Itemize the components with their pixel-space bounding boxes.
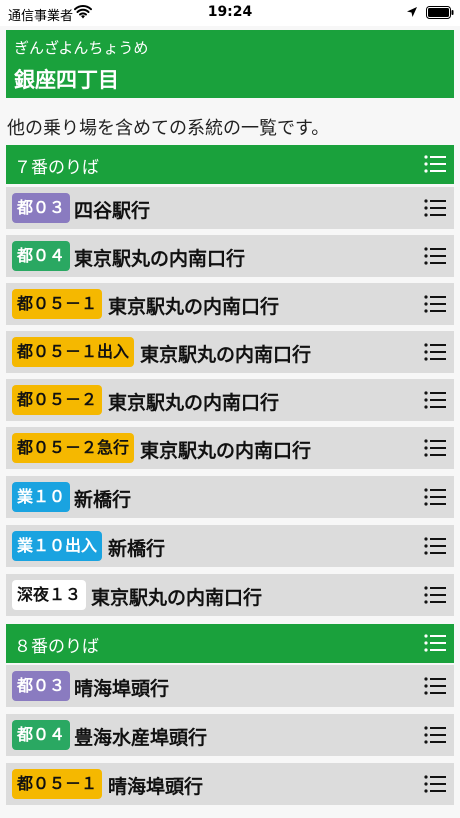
route-badge: 都０３ — [12, 671, 71, 701]
route-badge: 都０５－１ — [12, 769, 103, 799]
route-row[interactable]: 都０３ 晴海埠頭行 — [6, 665, 454, 707]
list-icon[interactable] — [424, 295, 446, 313]
route-badge: 業１０出入 — [12, 531, 103, 561]
route-list-note: 他の乗り場を含めての系統の一覧です。 — [7, 118, 330, 139]
list-icon[interactable] — [424, 439, 446, 457]
route-badge: 深夜１３ — [12, 580, 87, 610]
route-destination: 新橋行 — [74, 489, 132, 511]
route-badge: 都０５－２急行 — [12, 433, 135, 463]
route-badge: 都０５－２ — [12, 385, 103, 415]
list-icon[interactable] — [424, 391, 446, 409]
list-icon[interactable] — [424, 155, 446, 173]
list-icon[interactable] — [424, 199, 446, 217]
stop-reading: ぎんざよんちょうめ — [14, 39, 149, 57]
platform-label: ８番のりば — [14, 637, 99, 657]
stop-name: 銀座四丁目 — [14, 68, 119, 92]
route-destination: 晴海埠頭行 — [108, 776, 204, 798]
route-row[interactable]: 都０５－２ 東京駅丸の内南口行 — [6, 379, 454, 421]
list-icon[interactable] — [424, 634, 446, 652]
route-destination: 新橋行 — [108, 538, 166, 560]
route-destination: 東京駅丸の内南口行 — [74, 248, 246, 270]
list-icon[interactable] — [424, 343, 446, 361]
route-badge: 都０４ — [12, 720, 71, 750]
route-row[interactable]: 都０４ 豊海水産埠頭行 — [6, 714, 454, 756]
route-badge: 業１０ — [12, 482, 71, 512]
platform-header-7[interactable]: ７番のりば — [6, 145, 454, 184]
route-row[interactable]: 都０５－２急行 東京駅丸の内南口行 — [6, 427, 454, 469]
route-row[interactable]: 都０４ 東京駅丸の内南口行 — [6, 235, 454, 277]
list-icon[interactable] — [424, 775, 446, 793]
route-row[interactable]: 業１０ 新橋行 — [6, 476, 454, 518]
route-destination: 東京駅丸の内南口行 — [108, 392, 280, 414]
stop-header: ぎんざよんちょうめ 銀座四丁目 — [6, 30, 454, 98]
route-badge: 都０４ — [12, 241, 71, 271]
route-destination: 東京駅丸の内南口行 — [140, 344, 312, 366]
route-destination: 東京駅丸の内南口行 — [91, 587, 263, 609]
platform-label: ７番のりば — [14, 158, 99, 178]
route-row[interactable]: 都０３ 四谷駅行 — [6, 187, 454, 229]
list-icon[interactable] — [424, 537, 446, 555]
route-row[interactable]: 都０５－１出入 東京駅丸の内南口行 — [6, 331, 454, 373]
status-bar: 通信事業者 19:24 — [0, 0, 460, 26]
list-icon[interactable] — [424, 586, 446, 604]
route-destination: 東京駅丸の内南口行 — [140, 440, 312, 462]
list-icon[interactable] — [424, 247, 446, 265]
route-row[interactable]: 業１０出入 新橋行 — [6, 525, 454, 567]
list-icon[interactable] — [424, 677, 446, 695]
route-destination: 晴海埠頭行 — [74, 678, 170, 700]
battery-icon — [426, 6, 454, 19]
route-destination: 東京駅丸の内南口行 — [108, 296, 280, 318]
platform-header-8[interactable]: ８番のりば — [6, 624, 454, 663]
route-row[interactable]: 都０５－１ 晴海埠頭行 — [6, 763, 454, 805]
list-icon[interactable] — [424, 488, 446, 506]
list-icon[interactable] — [424, 726, 446, 744]
route-row[interactable]: 深夜１３ 東京駅丸の内南口行 — [6, 574, 454, 616]
status-time: 19:24 — [207, 4, 253, 20]
location-arrow-icon — [407, 7, 417, 17]
route-destination: 豊海水産埠頭行 — [74, 727, 208, 749]
route-row[interactable]: 都０５－１ 東京駅丸の内南口行 — [6, 283, 454, 325]
route-badge: 都０５－１ — [12, 289, 103, 319]
route-badge: 都０３ — [12, 193, 71, 223]
route-badge: 都０５－１出入 — [12, 337, 135, 367]
route-destination: 四谷駅行 — [74, 200, 151, 222]
